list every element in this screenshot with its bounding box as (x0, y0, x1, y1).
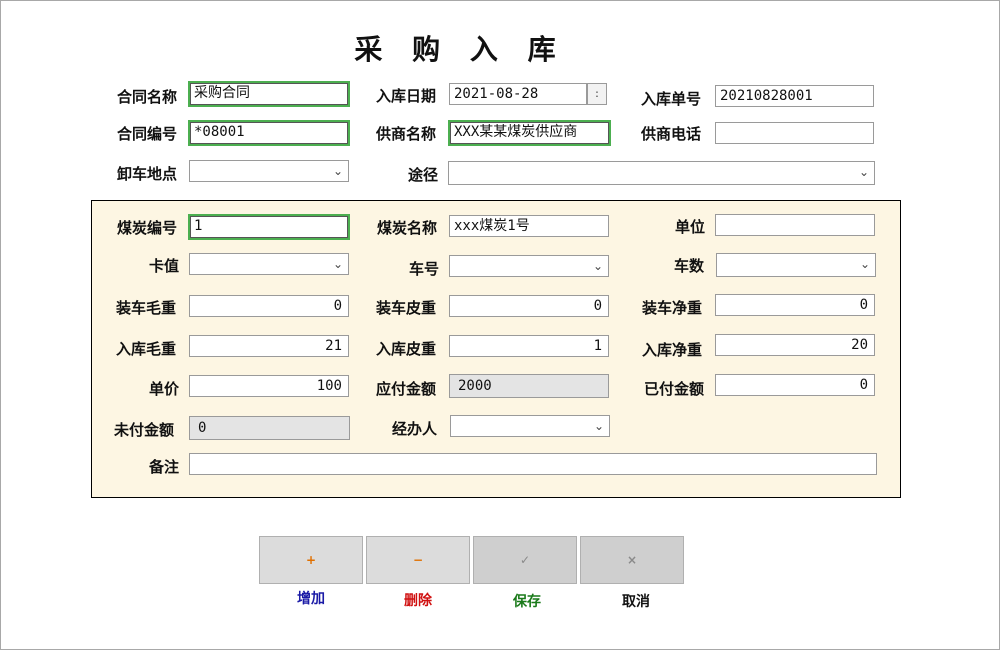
supplier-phone-label: 供商电话 (641, 125, 702, 143)
supplier-phone-input[interactable] (715, 122, 874, 144)
truck-no-label: 车号 (409, 260, 440, 278)
chevron-down-icon: ⌄ (332, 164, 344, 178)
close-icon: × (626, 553, 638, 567)
coal-name-label: 煤炭名称 (377, 219, 438, 237)
load-net-label: 装车净重 (642, 299, 703, 317)
minus-icon: − (412, 553, 424, 567)
unpaid-input[interactable]: 0 (189, 416, 350, 440)
chevron-down-icon: ⌄ (593, 419, 605, 433)
check-icon: ✓ (519, 553, 531, 567)
truck-count-select[interactable]: ⌄ (716, 253, 876, 277)
paid-input[interactable]: 0 (715, 374, 875, 396)
route-label: 途径 (408, 166, 439, 184)
add-button-label: 增加 (297, 591, 325, 607)
card-value-select[interactable]: ⌄ (189, 253, 349, 275)
plus-icon: + (305, 553, 317, 567)
chevron-down-icon: ⌄ (332, 257, 344, 271)
in-net-input[interactable]: 20 (715, 334, 875, 356)
unload-place-label: 卸车地点 (117, 165, 178, 183)
payable-label: 应付金额 (376, 380, 437, 398)
inbound-date-label: 入库日期 (376, 87, 437, 105)
supplier-name-label: 供商名称 (376, 125, 437, 143)
unit-label: 单位 (675, 218, 706, 236)
card-value-label: 卡值 (149, 257, 180, 275)
contract-name-input[interactable]: 采购合同 (188, 81, 350, 107)
truck-no-select[interactable]: ⌄ (449, 255, 609, 277)
payable-input[interactable]: 2000 (449, 374, 609, 398)
inbound-no-label: 入库单号 (641, 90, 702, 108)
in-gross-input[interactable]: 21 (189, 335, 349, 357)
save-button-label: 保存 (513, 594, 541, 610)
in-net-label: 入库净重 (642, 341, 703, 359)
chevron-down-icon: ⌄ (859, 257, 871, 271)
inbound-no-input[interactable]: 20210828001 (715, 85, 874, 107)
truck-count-label: 车数 (674, 257, 705, 275)
handler-select[interactable]: ⌄ (450, 415, 610, 437)
route-select[interactable]: ⌄ (448, 161, 875, 185)
in-gross-label: 入库毛重 (116, 340, 177, 358)
supplier-name-input[interactable]: XXX某某煤炭供应商 (448, 120, 611, 146)
date-spin-button[interactable]: : (587, 83, 607, 105)
contract-name-label: 合同名称 (117, 88, 178, 106)
load-net-input[interactable]: 0 (715, 294, 875, 316)
page-title: 采 购 入 库 (354, 33, 566, 66)
coal-name-input[interactable]: xxx煤炭1号 (449, 215, 609, 237)
contract-no-input[interactable]: *08001 (188, 120, 350, 146)
paid-label: 已付金额 (644, 380, 705, 398)
handler-label: 经办人 (392, 420, 438, 438)
contract-no-label: 合同编号 (117, 125, 178, 143)
load-gross-label: 装车毛重 (116, 299, 177, 317)
cancel-button-label: 取消 (622, 594, 650, 610)
inbound-date-input[interactable]: 2021-08-28 (449, 83, 587, 105)
delete-button-label: 删除 (404, 593, 432, 609)
unpaid-label: 未付金额 (114, 421, 175, 439)
cancel-button[interactable]: × (580, 536, 684, 584)
in-tare-label: 入库皮重 (376, 340, 437, 358)
coal-no-input[interactable]: 1 (188, 214, 350, 240)
in-tare-input[interactable]: 1 (449, 335, 609, 357)
unit-price-input[interactable]: 100 (189, 375, 349, 397)
delete-button[interactable]: − (366, 536, 470, 584)
remark-label: 备注 (149, 458, 180, 476)
remark-input[interactable] (189, 453, 877, 475)
save-button[interactable]: ✓ (473, 536, 577, 584)
load-tare-label: 装车皮重 (376, 299, 437, 317)
unit-input[interactable] (715, 214, 875, 236)
chevron-down-icon: ⌄ (592, 259, 604, 273)
unit-price-label: 单价 (149, 380, 180, 398)
load-gross-input[interactable]: 0 (189, 295, 349, 317)
date-spin-separator: : (595, 87, 599, 100)
load-tare-input[interactable]: 0 (449, 295, 609, 317)
coal-no-label: 煤炭编号 (117, 219, 178, 237)
add-button[interactable]: + (259, 536, 363, 584)
unload-place-select[interactable]: ⌄ (189, 160, 349, 182)
chevron-down-icon: ⌄ (858, 165, 870, 179)
